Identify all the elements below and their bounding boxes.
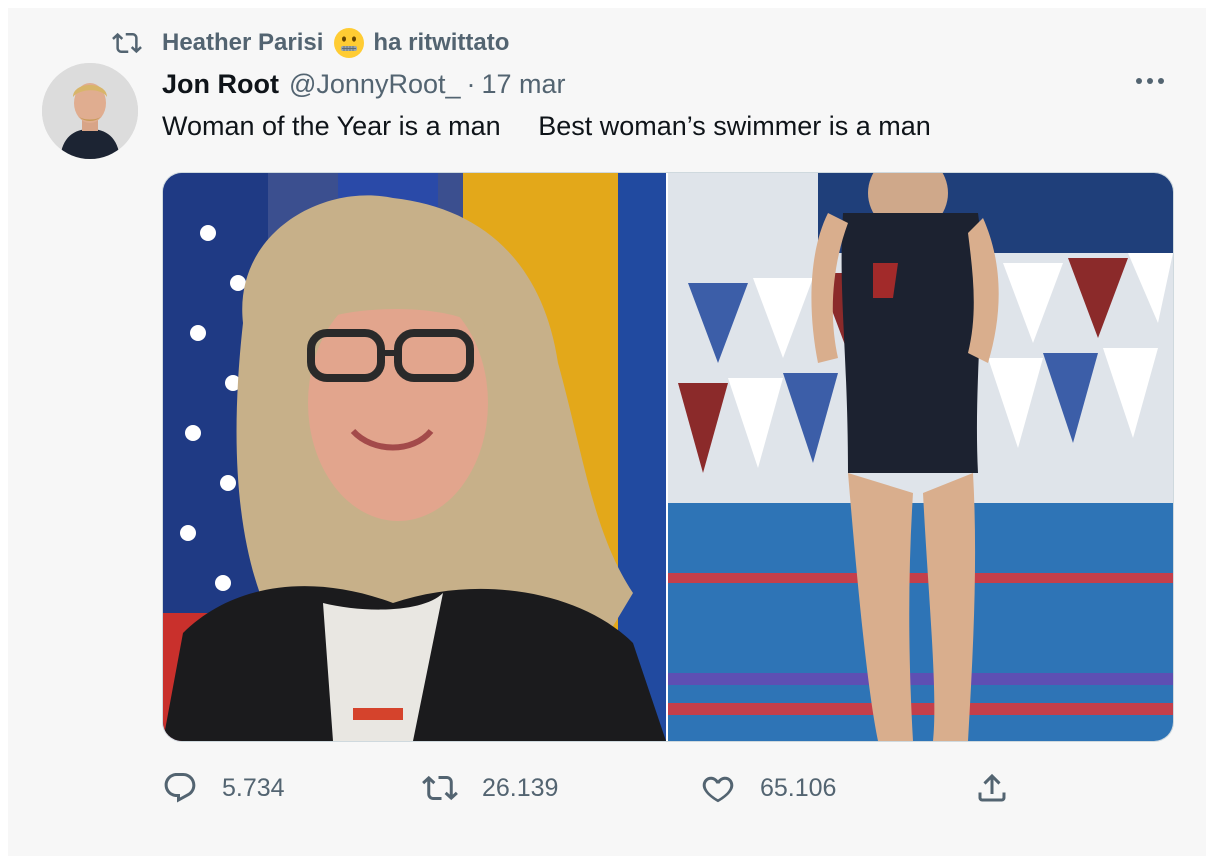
reply-action[interactable]: 5.734 (162, 768, 285, 808)
retweet-icon (112, 32, 142, 54)
tweet-actions: 5.734 26.139 65.106 (162, 768, 1042, 808)
heart-icon (702, 776, 734, 803)
retweet-count: 26.139 (482, 773, 559, 802)
tweet-text: Woman of the Year is a man Best woman’s … (162, 111, 931, 141)
like-count: 65.106 (760, 773, 837, 802)
author-name[interactable]: Jon Root (162, 69, 279, 100)
avatar[interactable] (42, 63, 138, 159)
reply-icon (164, 773, 196, 803)
share-icon (978, 773, 1006, 802)
author-handle[interactable]: @JonnyRoot_ (289, 69, 461, 100)
retweeter-name[interactable]: Heather Parisi (162, 29, 323, 57)
tweet-card[interactable]: Heather Parisi ha ritwittato Jon Root @J… (8, 8, 1206, 856)
tweet-date[interactable]: 17 mar (482, 69, 566, 100)
retweet-action-label: ha ritwittato (373, 29, 510, 56)
share-action[interactable] (974, 768, 1034, 808)
tweet-header: Jon Root @JonnyRoot_ · 17 mar (162, 66, 566, 102)
more-options-icon[interactable] (1132, 68, 1168, 94)
reply-count: 5.734 (222, 773, 285, 802)
photo-right[interactable] (668, 173, 1173, 741)
avatar-photo (42, 63, 138, 159)
portrait-photo (163, 173, 666, 741)
retweet-context: Heather Parisi ha ritwittato (108, 28, 509, 58)
swimmer-photo (668, 173, 1173, 741)
photo-left[interactable] (163, 173, 666, 741)
zipper-mouth-face-icon (334, 28, 365, 58)
like-action[interactable]: 65.106 (700, 768, 836, 808)
retweet-action[interactable]: 26.139 (422, 768, 558, 808)
separator-dot: · (466, 68, 476, 99)
retweet-icon (422, 775, 458, 801)
tweet-media[interactable] (162, 172, 1174, 742)
